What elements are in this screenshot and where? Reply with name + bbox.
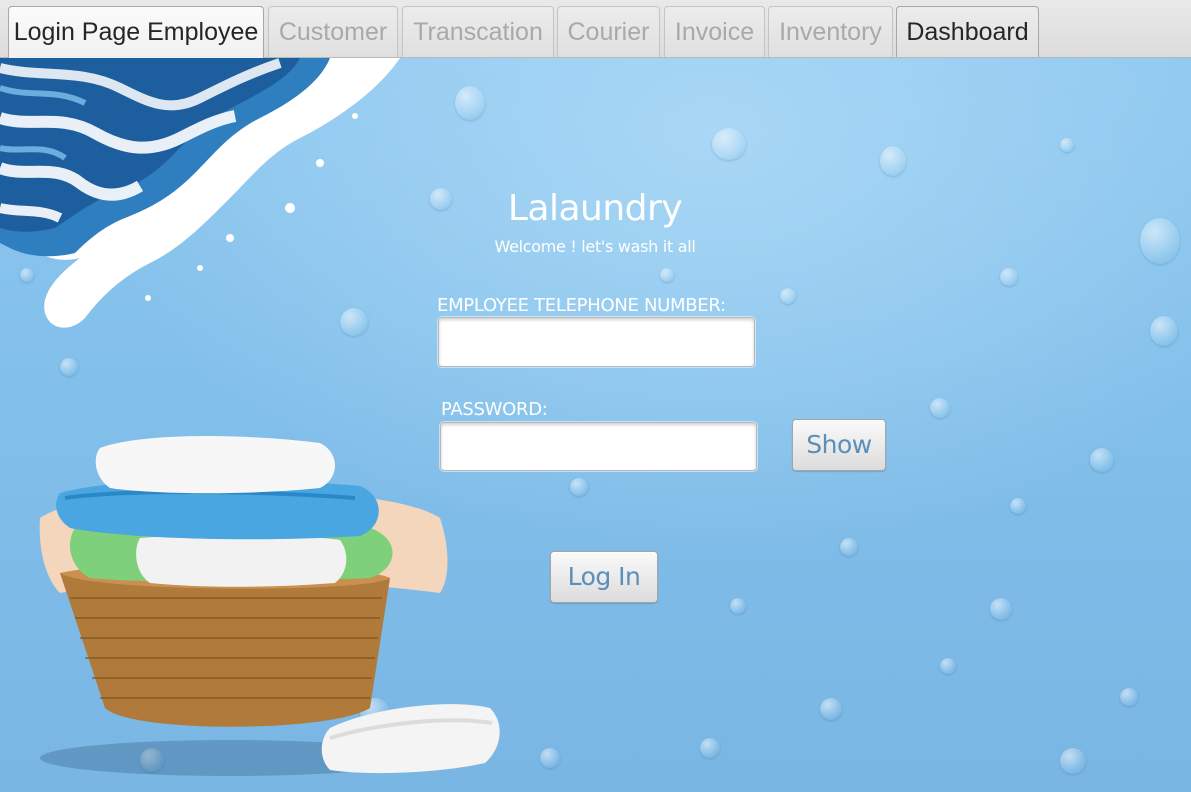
app-title: Lalaundry	[507, 188, 683, 229]
tab-login-page-employee[interactable]: Login Page Employee	[8, 6, 264, 58]
login-panel: Lalaundry Welcome ! let's wash it all EM…	[0, 58, 1191, 792]
show-password-button[interactable]: Show	[792, 419, 886, 471]
phone-label: EMPLOYEE TELEPHONE NUMBER:	[437, 295, 726, 316]
password-label: PASSWORD:	[441, 399, 548, 420]
password-input[interactable]	[440, 422, 757, 471]
tab-inventory[interactable]: Inventory	[768, 6, 893, 57]
tab-bar: Login Page Employee Customer Transcation…	[0, 0, 1191, 58]
laundry-basket-illustration	[39, 436, 500, 776]
tab-invoice[interactable]: Invoice	[664, 6, 765, 57]
tab-customer[interactable]: Customer	[268, 6, 398, 57]
tab-dashboard[interactable]: Dashboard	[896, 6, 1039, 57]
wave-illustration	[0, 58, 400, 328]
app-subtitle: Welcome ! let's wash it all	[494, 237, 696, 256]
login-button[interactable]: Log In	[550, 551, 658, 603]
tab-courier[interactable]: Courier	[557, 6, 660, 57]
tab-transcation[interactable]: Transcation	[402, 6, 554, 57]
phone-input[interactable]	[438, 317, 755, 367]
